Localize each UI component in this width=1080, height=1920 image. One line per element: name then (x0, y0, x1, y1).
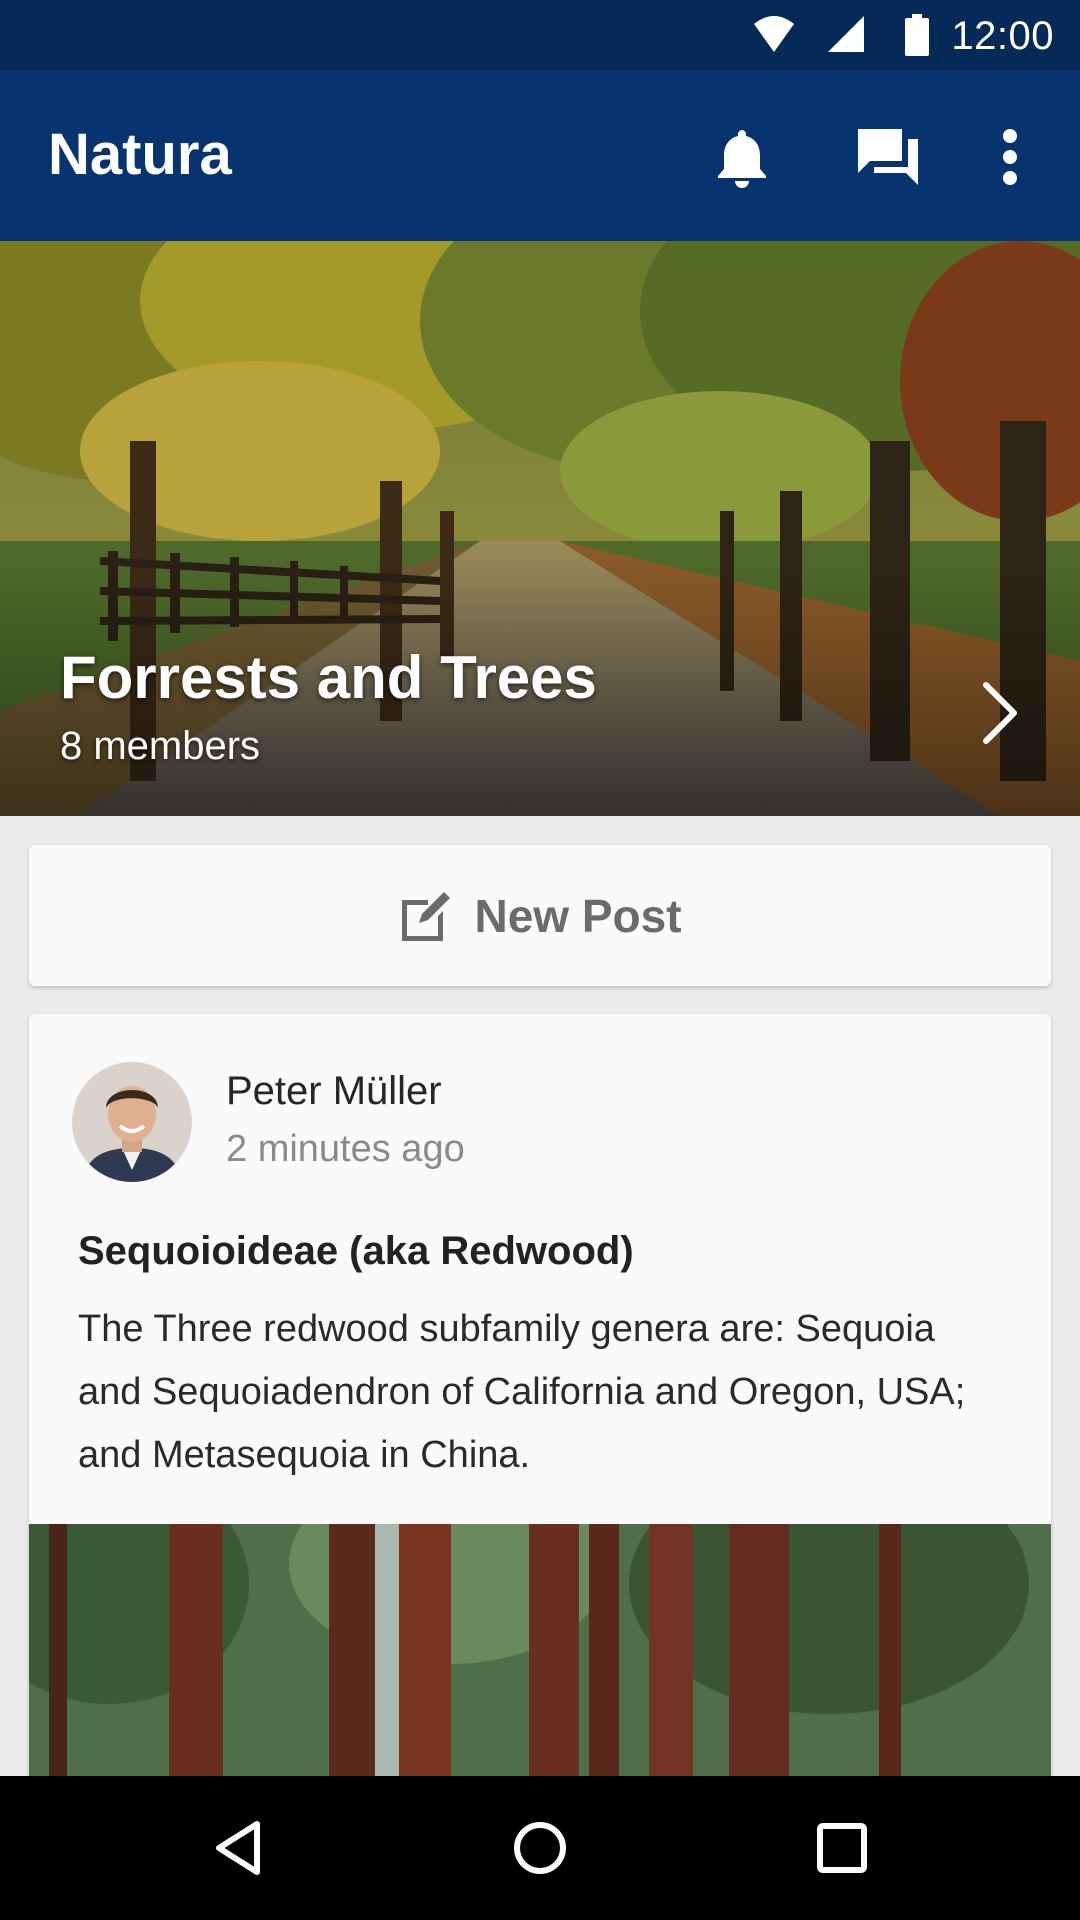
new-post-label: New Post (474, 889, 682, 942)
post-body: The Three redwood subfamily genera are: … (78, 1308, 966, 1476)
bell-icon (718, 130, 766, 188)
group-header[interactable]: Forrests and Trees 8 members (0, 241, 1080, 816)
home-button[interactable] (500, 1808, 580, 1888)
chat-icon (858, 129, 918, 185)
more-options-button[interactable] (968, 115, 1052, 199)
edit-icon (402, 891, 451, 941)
post-image[interactable] (29, 1524, 1051, 1814)
post-card[interactable]: Peter Müller 2 minutes ago Sequoioideae … (29, 1014, 1051, 1814)
group-title: Forrests and Trees (60, 644, 597, 711)
group-member-count: 8 members (60, 724, 261, 768)
back-icon (216, 1821, 260, 1875)
notifications-button[interactable] (700, 115, 784, 199)
app-bar: Natura (0, 71, 1080, 241)
chevron-right-icon[interactable] (980, 681, 1020, 750)
messages-button[interactable] (846, 115, 930, 199)
post-timestamp: 2 minutes ago (226, 1128, 465, 1170)
screen: 12:00 Natura Forrests and Trees 8 member… (0, 0, 1080, 1920)
status-bar: 12:00 (0, 0, 1080, 71)
post-title: Sequoioideae (aka Redwood) (78, 1229, 634, 1273)
status-time: 12:00 (951, 14, 1054, 58)
cell-signal-icon (826, 14, 866, 59)
recents-icon (817, 1823, 867, 1873)
back-button[interactable] (198, 1808, 278, 1888)
app-title: Natura (48, 122, 232, 187)
new-post-button[interactable]: New Post (29, 845, 1051, 986)
system-nav-bar (0, 1776, 1080, 1920)
recents-button[interactable] (802, 1808, 882, 1888)
home-icon (514, 1822, 566, 1874)
post-author[interactable]: Peter Müller (226, 1069, 442, 1114)
battery-icon (904, 14, 930, 61)
more-vert-icon (1003, 129, 1017, 185)
avatar[interactable] (72, 1062, 192, 1182)
wifi-icon (752, 14, 796, 59)
